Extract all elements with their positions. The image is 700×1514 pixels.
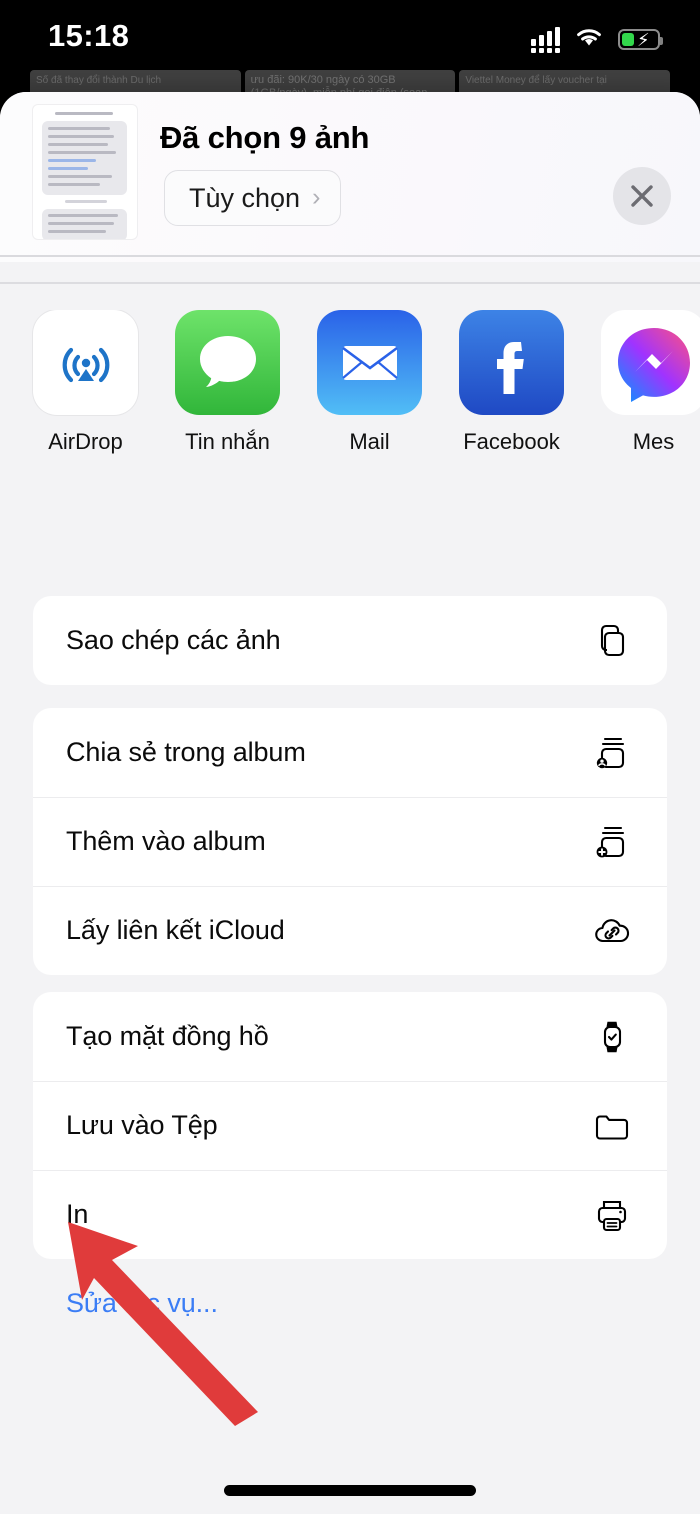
options-button-label: Tùy chọn: [189, 182, 301, 213]
action-row-create-watch-face[interactable]: Tạo mặt đồng hồ: [33, 992, 667, 1081]
status-bar-indicators: ⚡: [531, 26, 663, 53]
status-bar: 15:18 ⚡: [0, 0, 700, 68]
action-label: Sao chép các ảnh: [66, 625, 281, 655]
action-row-print[interactable]: In: [33, 1170, 667, 1259]
folder-icon: [590, 1104, 634, 1148]
apps-divider: [0, 282, 700, 284]
options-button[interactable]: Tùy chọn ›: [164, 170, 342, 226]
airdrop-icon: [33, 310, 138, 415]
messages-icon: [175, 310, 280, 415]
shared-album-icon: [590, 731, 634, 775]
app-label: AirDrop: [48, 429, 123, 454]
wifi-icon: [574, 26, 604, 53]
phone-screen: 15:18 ⚡ Số đã thay đổi thành Du lịch ưu …: [0, 0, 700, 1514]
action-label: In: [66, 1199, 89, 1229]
facebook-icon: [459, 310, 564, 415]
status-bar-clock: 15:18: [48, 18, 130, 53]
header-divider: [0, 255, 700, 257]
home-indicator: [224, 1485, 476, 1496]
action-label: Tạo mặt đồng hồ: [66, 1021, 269, 1051]
battery-charging-icon: ⚡: [618, 29, 663, 50]
share-sheet: Đã chọn 9 ảnh Tùy chọn › AirDrop Tin nhắ…: [0, 92, 700, 1514]
share-app-airdrop[interactable]: AirDrop: [33, 310, 138, 480]
share-app-facebook[interactable]: Facebook: [459, 310, 564, 480]
action-label: Thêm vào album: [66, 826, 266, 856]
action-card-copy: Sao chép các ảnh: [33, 596, 667, 685]
printer-icon: [590, 1193, 634, 1237]
selected-photo-thumbnail[interactable]: [33, 105, 137, 239]
watch-face-icon: [590, 1015, 634, 1059]
share-app-messenger[interactable]: Mes: [601, 310, 700, 480]
page-title: Đã chọn 9 ảnh: [160, 120, 370, 155]
share-sheet-header: Đã chọn 9 ảnh Tùy chọn ›: [0, 92, 700, 255]
add-to-album-icon: [590, 820, 634, 864]
action-label: Lưu vào Tệp: [66, 1110, 218, 1140]
close-icon: [631, 185, 653, 207]
action-label: Lấy liên kết iCloud: [66, 915, 285, 945]
app-label: Facebook: [463, 429, 560, 454]
action-row-copy-photos[interactable]: Sao chép các ảnh: [33, 596, 667, 685]
edit-actions-button[interactable]: Sửa tác vụ...: [66, 1288, 218, 1319]
share-app-mail[interactable]: Mail: [317, 310, 422, 480]
action-label: Chia sẻ trong album: [66, 737, 306, 767]
copy-icon: [590, 619, 634, 663]
action-row-save-to-files[interactable]: Lưu vào Tệp: [33, 1081, 667, 1170]
messenger-icon: [601, 310, 700, 415]
action-row-shared-album[interactable]: Chia sẻ trong album: [33, 708, 667, 797]
share-app-messages[interactable]: Tin nhắn: [175, 310, 280, 480]
cellular-signal-icon: [531, 26, 560, 53]
action-row-icloud-link[interactable]: Lấy liên kết iCloud: [33, 886, 667, 975]
app-label: Mail: [349, 429, 390, 454]
app-label: Mes: [632, 429, 675, 454]
mail-icon: [317, 310, 422, 415]
action-card-albums: Chia sẻ trong album Thêm vào album Lấy l…: [33, 708, 667, 975]
action-row-add-to-album[interactable]: Thêm vào album: [33, 797, 667, 886]
chevron-right-icon: ›: [312, 182, 321, 211]
action-card-system: Tạo mặt đồng hồ Lưu vào Tệp In: [33, 992, 667, 1259]
close-button[interactable]: [613, 167, 671, 225]
icloud-link-icon: [590, 909, 634, 953]
share-apps-row[interactable]: AirDrop Tin nhắn Mail Facebook Mes: [0, 310, 700, 480]
app-label: Tin nhắn: [185, 429, 270, 454]
